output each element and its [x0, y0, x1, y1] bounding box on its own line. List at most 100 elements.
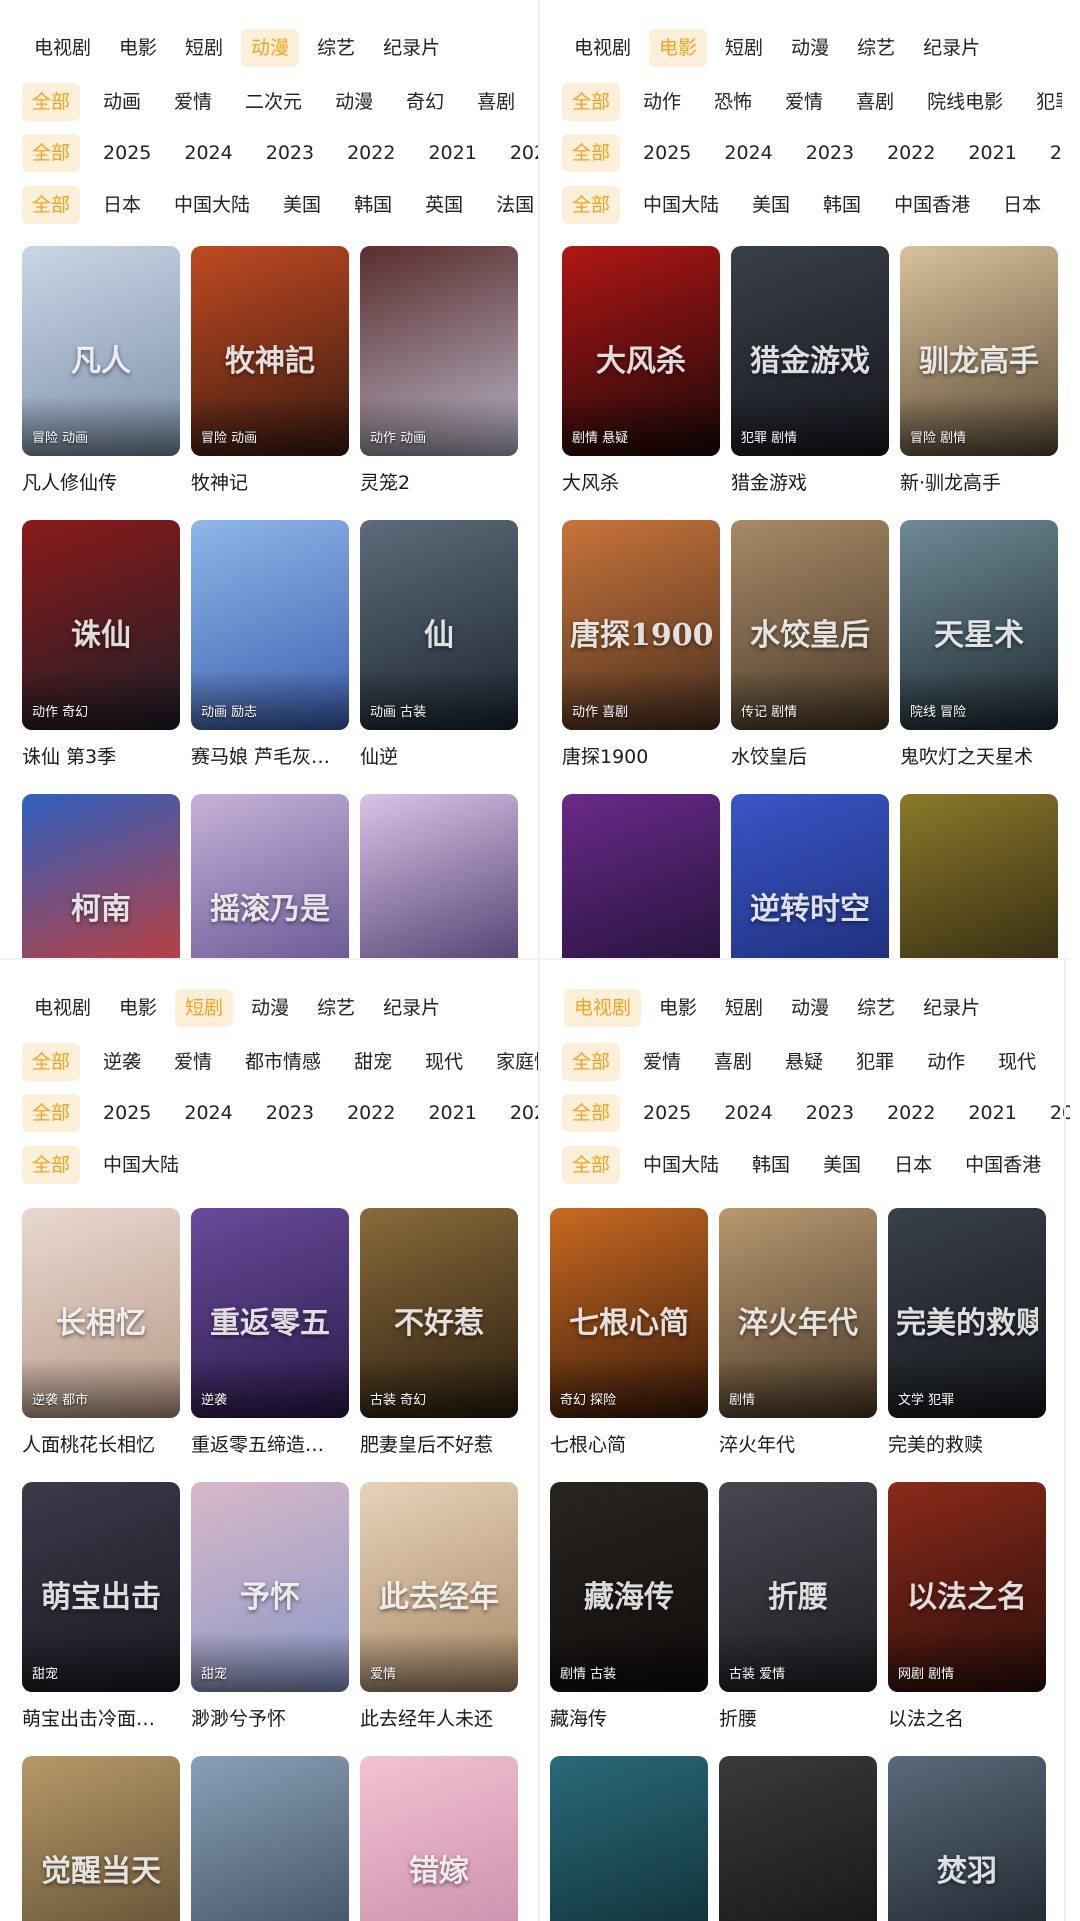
- region-filter-chip[interactable]: 全部: [562, 186, 621, 224]
- media-card[interactable]: [360, 794, 518, 960]
- media-card[interactable]: 天星术 院线 冒险 鬼吹灯之天星术: [900, 520, 1058, 769]
- media-title[interactable]: 灵笼2: [360, 468, 518, 495]
- genre-filter-chip[interactable]: 动漫: [325, 83, 383, 121]
- media-title[interactable]: 完美的救赎: [888, 1430, 1046, 1457]
- poster-image[interactable]: 长相忆 逆袭 都市: [22, 1208, 180, 1418]
- poster-image[interactable]: [550, 1756, 708, 1921]
- poster-image[interactable]: 猎金游戏 犯罪 剧情: [731, 246, 889, 456]
- poster-image[interactable]: 此去经年 爱情: [360, 1482, 518, 1692]
- year-filter-chip[interactable]: 2021: [418, 1094, 486, 1132]
- year-filter-chip[interactable]: 2024: [174, 1094, 242, 1132]
- media-card[interactable]: 驯龙高手 冒险 剧情 新·驯龙高手: [900, 246, 1058, 495]
- poster-image[interactable]: 摇滚乃是: [191, 794, 349, 960]
- poster-image[interactable]: [719, 1756, 877, 1921]
- genre-filter-chip[interactable]: 爱情: [164, 1043, 222, 1081]
- region-filter-chip[interactable]: 中国香港: [884, 186, 980, 224]
- media-title[interactable]: 鬼吹灯之天星术: [900, 742, 1058, 769]
- media-title[interactable]: 七根心简: [550, 1430, 708, 1457]
- region-filter-chip[interactable]: 美国: [273, 186, 331, 224]
- region-filter-chip[interactable]: 中国大陆: [93, 1146, 189, 1184]
- region-filter-chip[interactable]: 法国: [486, 186, 540, 224]
- tab-2[interactable]: 短剧: [175, 29, 233, 67]
- tab-5[interactable]: 纪录片: [913, 989, 990, 1027]
- year-filter-chip[interactable]: 2022: [877, 1094, 945, 1132]
- year-filter-chip[interactable]: 2020: [500, 134, 540, 172]
- genre-filter-chip[interactable]: 动作: [633, 83, 691, 121]
- media-title[interactable]: 藏海传: [550, 1704, 708, 1731]
- media-title[interactable]: 赛马娘 芦毛灰…: [191, 742, 349, 769]
- region-filter-chip[interactable]: 中国大陆: [164, 186, 260, 224]
- poster-image[interactable]: 错嫁: [360, 1756, 518, 1921]
- media-card[interactable]: [719, 1756, 877, 1921]
- media-card[interactable]: 唐探1900 动作 喜剧 唐探1900: [562, 520, 720, 769]
- poster-image[interactable]: 诛仙 动作 奇幻: [22, 520, 180, 730]
- poster-image[interactable]: 完美的救赎 文学 犯罪: [888, 1208, 1046, 1418]
- media-card[interactable]: 柯南: [22, 794, 180, 960]
- poster-image[interactable]: 淬火年代 剧情: [719, 1208, 877, 1418]
- year-filter-chip[interactable]: 2021: [418, 134, 486, 172]
- media-title[interactable]: 新·驯龙高手: [900, 468, 1058, 495]
- media-card[interactable]: 藏海传 剧情 古装 藏海传: [550, 1482, 708, 1731]
- region-filter-chip[interactable]: 全部: [22, 1146, 81, 1184]
- media-card[interactable]: 动画 励志赛马娘 芦毛灰…: [191, 520, 349, 769]
- poster-image[interactable]: 予怀 甜宠: [191, 1482, 349, 1692]
- genre-filter-chip[interactable]: 喜剧: [846, 83, 904, 121]
- media-card[interactable]: 猎金游戏 犯罪 剧情 猎金游戏: [731, 246, 889, 495]
- tab-2[interactable]: 短剧: [715, 989, 773, 1027]
- genre-filter-chip[interactable]: 奇幻: [396, 83, 454, 121]
- genre-filter-chip[interactable]: 现代: [415, 1043, 473, 1081]
- tab-0[interactable]: 电视剧: [564, 989, 642, 1027]
- tab-3[interactable]: 动漫: [241, 989, 299, 1027]
- poster-image[interactable]: 折腰 古装 爱情: [719, 1482, 877, 1692]
- year-filter-chip[interactable]: 2023: [256, 134, 324, 172]
- media-card[interactable]: 诛仙 动作 奇幻诛仙 第3季: [22, 520, 180, 769]
- genre-filter-chip[interactable]: 犯罪: [846, 1043, 904, 1081]
- poster-image[interactable]: [900, 794, 1058, 960]
- year-filter-chip[interactable]: 2022: [337, 1094, 405, 1132]
- media-card[interactable]: 焚羽: [888, 1756, 1046, 1921]
- year-filter-chip[interactable]: 2025: [93, 134, 161, 172]
- tab-1[interactable]: 电影: [649, 29, 708, 67]
- year-filter-chip[interactable]: 2022: [877, 134, 945, 172]
- year-filter-chip[interactable]: 2025: [633, 134, 701, 172]
- media-card[interactable]: 动作 动画 灵笼2: [360, 246, 518, 495]
- tab-5[interactable]: 纪录片: [913, 29, 990, 67]
- media-card[interactable]: 七根心简 奇幻 探险 七根心简: [550, 1208, 708, 1457]
- genre-filter-chip[interactable]: 悬疑: [775, 1043, 833, 1081]
- poster-image[interactable]: 牧神記 冒险 动画: [191, 246, 349, 456]
- genre-filter-chip[interactable]: 现代: [988, 1043, 1046, 1081]
- media-card[interactable]: [550, 1756, 708, 1921]
- media-card[interactable]: 牧神記 冒险 动画 牧神记: [191, 246, 349, 495]
- poster-image[interactable]: 水饺皇后 传记 剧情: [731, 520, 889, 730]
- poster-image[interactable]: 柯南: [22, 794, 180, 960]
- poster-image[interactable]: [360, 794, 518, 960]
- media-card[interactable]: [900, 794, 1058, 960]
- genre-filter-chip[interactable]: 甜宠: [344, 1043, 402, 1081]
- year-filter-chip[interactable]: 2021: [958, 1094, 1026, 1132]
- genre-filter-chip[interactable]: 二次元: [235, 83, 312, 121]
- region-filter-chip[interactable]: 韩国: [813, 186, 871, 224]
- genre-filter-chip[interactable]: 爱情: [164, 83, 222, 121]
- poster-image[interactable]: 动画 励志: [191, 520, 349, 730]
- year-filter-chip[interactable]: 全部: [22, 1094, 81, 1132]
- media-card[interactable]: 折腰 古装 爱情 折腰: [719, 1482, 877, 1731]
- tab-5[interactable]: 纪录片: [373, 29, 450, 67]
- poster-image[interactable]: 大风杀 剧情 悬疑: [562, 246, 720, 456]
- year-filter-chip[interactable]: 2025: [633, 1094, 701, 1132]
- tab-2[interactable]: 短剧: [715, 29, 773, 67]
- genre-filter-chip[interactable]: 全部: [22, 1043, 81, 1081]
- genre-filter-chip[interactable]: 犯罪: [1026, 83, 1062, 121]
- media-card[interactable]: 重返零五 逆袭 重返零五缔造…: [191, 1208, 349, 1457]
- genre-filter-chip[interactable]: 喜剧: [704, 1043, 762, 1081]
- genre-filter-chip[interactable]: 动画: [93, 83, 151, 121]
- tab-0[interactable]: 电视剧: [24, 29, 101, 67]
- genre-filter-chip[interactable]: 院线电影: [917, 83, 1013, 121]
- tab-2[interactable]: 短剧: [175, 989, 234, 1027]
- media-card[interactable]: [191, 1756, 349, 1921]
- poster-image[interactable]: 仙动画 古装: [360, 520, 518, 730]
- poster-image[interactable]: [562, 794, 720, 960]
- region-filter-chip[interactable]: 中国香港: [955, 1146, 1051, 1184]
- media-title[interactable]: 诛仙 第3季: [22, 742, 180, 769]
- region-filter-chip[interactable]: 日本: [993, 186, 1051, 224]
- media-title[interactable]: 水饺皇后: [731, 742, 889, 769]
